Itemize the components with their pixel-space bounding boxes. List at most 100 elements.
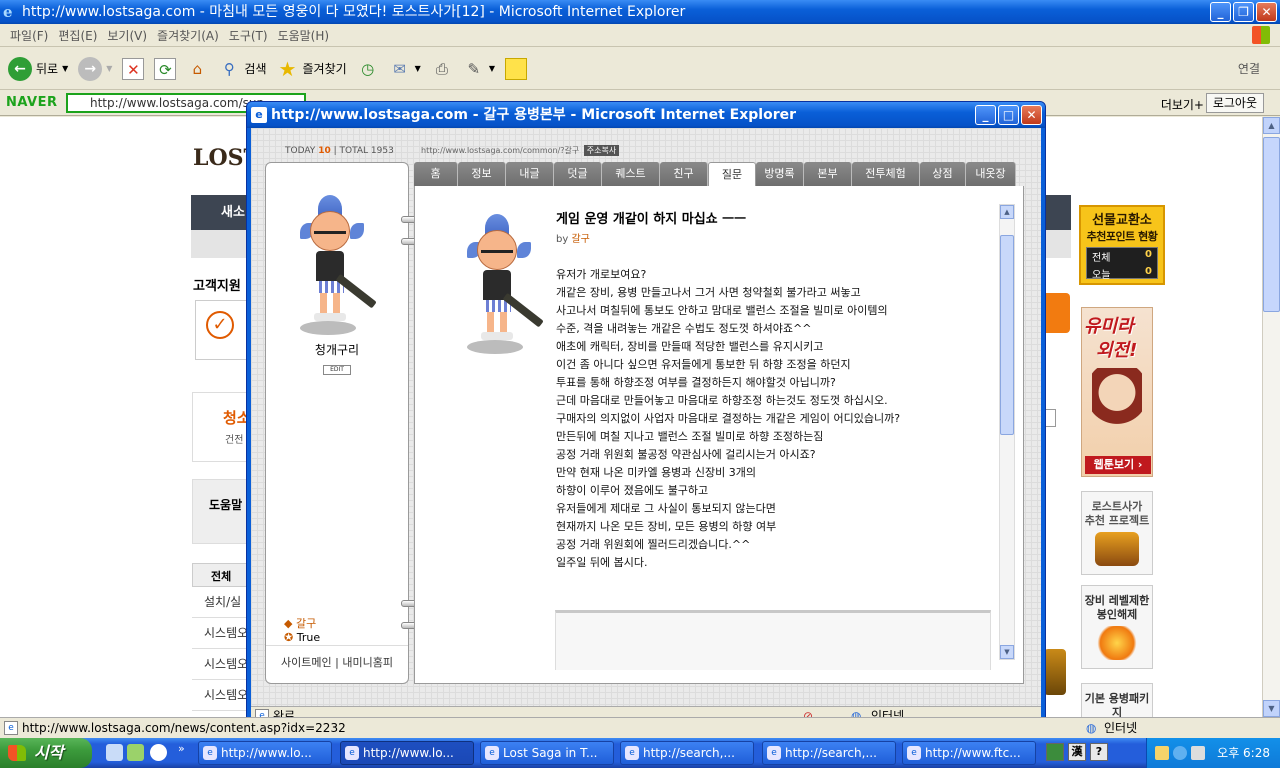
youth-box[interactable]: 청소 건전: [192, 392, 252, 462]
bottom-links[interactable]: 사이트메인 | 내미니홈피: [266, 645, 408, 670]
tray-app-icon[interactable]: [1155, 746, 1169, 760]
scroll-down-icon[interactable]: ▼: [1263, 700, 1280, 717]
tab-all[interactable]: 전체: [192, 563, 252, 587]
gift-exchange-ad[interactable]: 선물교환소 추천포인트 현황 전체 0 오늘 0: [1079, 205, 1165, 285]
tab-11[interactable]: 내옷장: [966, 162, 1016, 186]
taskbar-button[interactable]: e http://search,...: [762, 741, 896, 765]
tab-1[interactable]: 정보: [458, 162, 506, 186]
user-link-label: 갈구: [295, 617, 317, 630]
popup-title-bar[interactable]: e http://www.lostsaga.com - 갈구 용병본부 - Mi…: [247, 102, 1045, 128]
side-banner[interactable]: [1044, 293, 1070, 333]
messenger-icon[interactable]: [106, 744, 123, 761]
popup-minimize-button[interactable]: _: [975, 105, 996, 125]
level-unlock-ad[interactable]: 장비 레벨제한 봉인해제: [1081, 585, 1153, 669]
favorites-button[interactable]: ★ 즐겨찾기: [277, 58, 347, 80]
post-line: 만든뒤에 며칠 지나고 밸런스 조절 빌미로 하향 조정하는짐: [556, 430, 824, 443]
print-button[interactable]: ⎙: [431, 58, 453, 80]
comment-input[interactable]: [555, 610, 991, 670]
hanja-icon[interactable]: 漢: [1068, 743, 1086, 761]
author-link[interactable]: 갈구: [571, 234, 589, 245]
tab-0[interactable]: 홈: [414, 162, 458, 186]
clock[interactable]: 오후 6:28: [1217, 746, 1270, 760]
profile-name: 청개구리: [314, 343, 360, 357]
yumira-ad[interactable]: 유미라 외전! 웹툰보기 ›: [1081, 307, 1153, 477]
user-link[interactable]: ◆ 갈구: [284, 615, 316, 631]
home-button[interactable]: ⌂: [186, 58, 208, 80]
tab-10[interactable]: 상점: [920, 162, 966, 186]
dropdown-arrow-icon[interactable]: ▼: [62, 64, 68, 73]
faq-list-item[interactable]: 시스템오: [192, 680, 252, 711]
webtoon-button[interactable]: 웹툰보기 ›: [1085, 456, 1151, 474]
forward-button[interactable]: → ▼: [78, 56, 112, 81]
tab-6[interactable]: 질문: [708, 162, 756, 188]
bottom-banner[interactable]: [1044, 649, 1066, 695]
menu-item[interactable]: 편집(E): [58, 27, 97, 44]
stop-button[interactable]: ✕: [122, 57, 145, 80]
copy-address-button[interactable]: 주소복사: [583, 145, 620, 156]
popup-close-button[interactable]: ✕: [1021, 105, 1042, 125]
faq-list-item[interactable]: 시스템오: [192, 618, 252, 649]
nav-item[interactable]: 새소: [221, 205, 245, 220]
chevron-icon[interactable]: »: [178, 742, 185, 755]
faq-list-item[interactable]: 시스템오: [192, 649, 252, 680]
scroll-thumb[interactable]: [1000, 235, 1014, 435]
volume-icon[interactable]: [1191, 746, 1205, 760]
note-button[interactable]: [504, 57, 527, 80]
search-icon[interactable]: [150, 744, 167, 761]
page-scrollbar[interactable]: ▲ ▼: [1262, 117, 1280, 717]
tab-9[interactable]: 전투체험: [852, 162, 920, 186]
tab-4[interactable]: 퀘스트: [602, 162, 660, 186]
tab-2[interactable]: 내글: [506, 162, 554, 186]
true-link-label: True: [296, 631, 321, 644]
help-icon[interactable]: ?: [1090, 743, 1108, 761]
taskbar-button[interactable]: e http://search,...: [620, 741, 754, 765]
project-ad[interactable]: 로스트사가 추천 프로젝트: [1081, 491, 1153, 575]
package-ad[interactable]: 기본 용병패키지 100% 지급: [1081, 683, 1153, 717]
true-link[interactable]: ✪ True: [284, 631, 320, 644]
links-label[interactable]: 연결: [1238, 60, 1260, 77]
search-button[interactable]: ⚲ 검색: [218, 58, 267, 80]
post-scrollbar[interactable]: ▲ ▼: [999, 204, 1015, 660]
popup-maximize-button[interactable]: □: [998, 105, 1019, 125]
taskbar-button[interactable]: e http://www.lo...: [198, 741, 332, 765]
help-box[interactable]: 도움말: [192, 479, 252, 544]
menu-item[interactable]: 즐겨찾기(A): [157, 27, 219, 44]
media-icon[interactable]: [127, 744, 144, 761]
menu-item[interactable]: 도움말(H): [278, 27, 330, 44]
dropdown-arrow-icon[interactable]: ▼: [106, 64, 112, 73]
main-title-bar[interactable]: e http://www.lostsaga.com - 마침내 모든 영웅이 다…: [0, 0, 1280, 24]
history-button[interactable]: ◷: [357, 58, 379, 80]
start-button[interactable]: 시작: [0, 738, 92, 768]
more-link[interactable]: 더보기+: [1161, 96, 1204, 113]
scroll-thumb[interactable]: [1263, 137, 1280, 312]
dropdown-arrow-icon[interactable]: ▼: [415, 64, 421, 73]
gift-points: 전체 0 오늘 0: [1086, 247, 1158, 281]
ime-mode-icon[interactable]: [1046, 743, 1064, 761]
tab-8[interactable]: 본부: [804, 162, 852, 186]
scroll-down-icon[interactable]: ▼: [1000, 645, 1014, 659]
taskbar-button[interactable]: e http://www.ftc...: [902, 741, 1036, 765]
dropdown-arrow-icon[interactable]: ▼: [489, 64, 495, 73]
tab-7[interactable]: 방명록: [756, 162, 804, 186]
logout-button[interactable]: 로그아웃: [1205, 93, 1264, 113]
tab-5[interactable]: 친구: [660, 162, 708, 186]
menu-item[interactable]: 도구(T): [229, 27, 268, 44]
back-button[interactable]: ← 뒤로 ▼: [8, 56, 68, 81]
menu-item[interactable]: 파일(F): [10, 27, 48, 44]
naver-logo[interactable]: NAVER: [6, 95, 58, 110]
menu-item[interactable]: 보기(V): [107, 27, 147, 44]
taskbar-button[interactable]: e Lost Saga in T...: [480, 741, 614, 765]
taskbar-button[interactable]: e http://www.lo...: [340, 741, 474, 765]
network-icon[interactable]: [1173, 746, 1187, 760]
edit-button[interactable]: EDIT: [323, 365, 351, 375]
scroll-up-icon[interactable]: ▲: [1263, 117, 1280, 134]
edit-button[interactable]: ✎ ▼: [463, 58, 495, 80]
tab-3[interactable]: 덧글: [554, 162, 602, 186]
restore-button[interactable]: ❐: [1233, 2, 1254, 22]
minimize-button[interactable]: _: [1210, 2, 1231, 22]
refresh-button[interactable]: ⟳: [154, 57, 177, 80]
mail-button[interactable]: ✉ ▼: [389, 58, 421, 80]
faq-list-item[interactable]: 설치/실: [192, 587, 252, 618]
scroll-up-icon[interactable]: ▲: [1000, 205, 1014, 219]
close-button[interactable]: ✕: [1256, 2, 1277, 22]
